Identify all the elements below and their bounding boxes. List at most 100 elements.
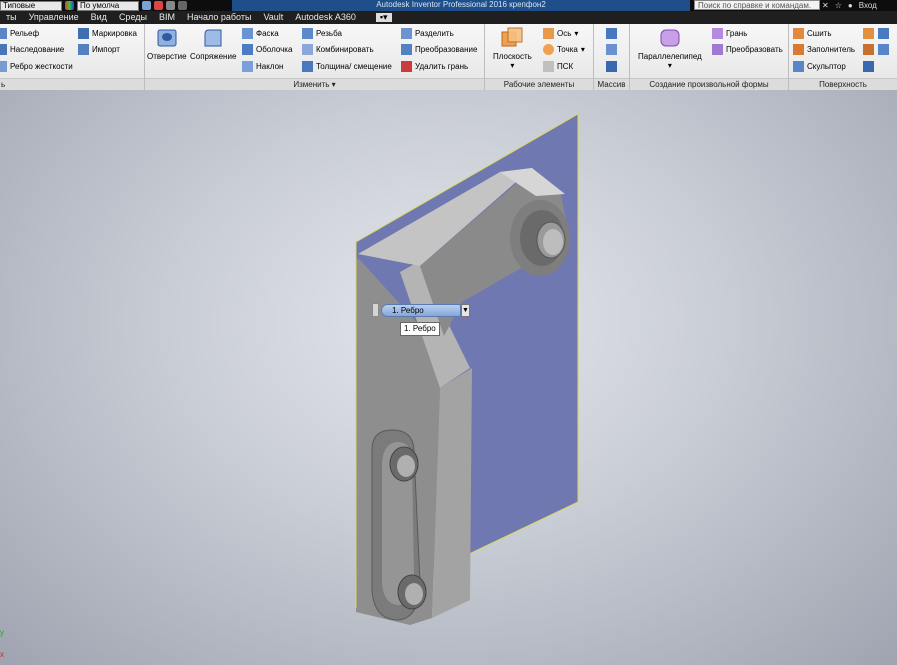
convert-label: Преобразовать bbox=[726, 45, 783, 54]
axis-label: Ось bbox=[557, 29, 572, 38]
panel-work-footer[interactable]: Рабочие элементы bbox=[485, 78, 593, 90]
import-icon bbox=[78, 44, 89, 55]
chamfer-label: Фаска bbox=[256, 29, 279, 38]
selection-priority-select[interactable]: 1. Ребро bbox=[381, 303, 461, 317]
fx-icon[interactable] bbox=[166, 1, 175, 10]
direct-edit-button[interactable]: Преобразование bbox=[401, 42, 477, 57]
tab-a360[interactable]: Autodesk A360 bbox=[289, 11, 362, 24]
patch-button[interactable]: Заполнитель bbox=[793, 42, 855, 57]
signin-link[interactable]: Вход bbox=[859, 1, 877, 10]
point-button[interactable]: Точка ▾ bbox=[543, 42, 585, 57]
panel-modify-footer[interactable]: Изменить ▾ bbox=[145, 78, 484, 90]
tab-bim[interactable]: BIM bbox=[153, 11, 181, 24]
panel-modify: Отверстие Сопряжение Фаска Оболочка Накл… bbox=[145, 24, 485, 90]
selection-mini-toolbar: 1. Ребро ▼ bbox=[372, 303, 470, 317]
plane-icon bbox=[501, 27, 523, 47]
delete-face-button[interactable]: Удалить грань bbox=[401, 59, 468, 74]
ribbon-tabs: ты Управление Вид Среды BIM Начало работ… bbox=[0, 11, 897, 24]
axis-button[interactable]: Ось ▾ bbox=[543, 26, 578, 41]
tools-icon[interactable]: ✕ bbox=[822, 1, 829, 10]
panel-create-footer[interactable]: ь bbox=[0, 78, 144, 90]
sculpt-label: Скульптор bbox=[807, 62, 846, 71]
chamfer-button[interactable]: Фаска bbox=[242, 26, 279, 41]
mini-toolbar-grip[interactable] bbox=[372, 303, 379, 317]
relief-button[interactable]: Рельеф bbox=[0, 26, 39, 41]
tab-environments[interactable]: Среды bbox=[113, 11, 153, 24]
draft-button[interactable]: Наклон bbox=[242, 59, 283, 74]
delete-surface-icon[interactable] bbox=[878, 44, 889, 55]
replace-face-icon[interactable] bbox=[863, 44, 874, 55]
slot-hole-top-inner bbox=[397, 455, 415, 477]
split-label: Разделить bbox=[415, 29, 454, 38]
selection-dropdown-icon[interactable]: ▼ bbox=[461, 303, 470, 317]
box-label: Параллелепипед bbox=[638, 52, 702, 61]
graphics-viewport[interactable]: 1. Ребро ▼ 1. Ребро y x bbox=[0, 90, 897, 665]
combine-button[interactable]: Комбинировать bbox=[302, 42, 374, 57]
shell-label: Оболочка bbox=[256, 45, 293, 54]
panel-freeform-footer[interactable]: Создание произвольной формы bbox=[630, 78, 788, 90]
box-button[interactable]: Параллелепипед ▾ bbox=[638, 26, 702, 70]
style-select[interactable]: Типовые bbox=[0, 0, 62, 11]
material-select[interactable]: По умолча bbox=[77, 0, 139, 11]
plane-button[interactable]: Плоскость ▾ bbox=[493, 26, 532, 70]
axis-icon bbox=[543, 28, 554, 39]
import-button[interactable]: Импорт bbox=[78, 42, 120, 57]
tab-view[interactable]: Вид bbox=[85, 11, 113, 24]
face-button[interactable]: Грань bbox=[712, 26, 747, 41]
trim-icon[interactable] bbox=[863, 28, 874, 39]
tab-manage[interactable]: Управление bbox=[23, 11, 85, 24]
panel-work-features: Плоскость ▾ Ось ▾ Точка ▾ ПСК Рабочие эл… bbox=[485, 24, 594, 90]
panel-surface-footer[interactable]: Поверхность bbox=[789, 78, 897, 90]
update-icon[interactable] bbox=[154, 1, 163, 10]
title-bar: Типовые По умолча Autodesk Inventor Prof… bbox=[0, 0, 897, 11]
tab-model[interactable]: ты bbox=[0, 11, 23, 24]
snap-icon[interactable] bbox=[178, 1, 187, 10]
upper-hole-inner bbox=[543, 229, 563, 255]
rib-button[interactable]: Ребро жесткости bbox=[0, 59, 73, 74]
fillet-icon bbox=[204, 29, 222, 47]
part-model[interactable] bbox=[0, 90, 897, 665]
thicken-button[interactable]: Толщина/ смещение bbox=[302, 59, 392, 74]
mark-button[interactable]: Маркировка bbox=[78, 26, 137, 41]
thread-button[interactable]: Резьба bbox=[302, 26, 342, 41]
panel-pattern: Массив bbox=[594, 24, 630, 90]
panel-pattern-footer[interactable]: Массив bbox=[594, 78, 629, 90]
ruled-surface-icon[interactable] bbox=[863, 61, 874, 72]
delete-face-icon bbox=[401, 61, 412, 72]
circular-pattern-icon[interactable] bbox=[606, 44, 617, 55]
sculpt-button[interactable]: Скульптор bbox=[793, 59, 846, 74]
user-icon[interactable]: ● bbox=[848, 1, 853, 10]
direct-edit-label: Преобразование bbox=[415, 45, 478, 54]
thicken-label: Толщина/ смещение bbox=[316, 62, 392, 71]
mark-label: Маркировка bbox=[92, 29, 137, 38]
face-label: Грань bbox=[726, 29, 748, 38]
selection-tooltip: 1. Ребро bbox=[400, 322, 440, 336]
fillet-label: Сопряжение bbox=[190, 52, 237, 61]
thicken-icon bbox=[302, 61, 313, 72]
shell-icon bbox=[242, 44, 253, 55]
extend-icon[interactable] bbox=[878, 28, 889, 39]
stitch-button[interactable]: Сшить bbox=[793, 26, 832, 41]
patch-icon bbox=[793, 44, 804, 55]
shell-button[interactable]: Оболочка bbox=[242, 42, 292, 57]
fillet-button[interactable]: Сопряжение bbox=[190, 26, 236, 61]
plane-label: Плоскость bbox=[493, 52, 532, 61]
rectangular-pattern-icon[interactable] bbox=[606, 28, 617, 39]
mark-icon bbox=[78, 28, 89, 39]
star-icon[interactable]: ☆ bbox=[835, 1, 842, 10]
convert-button[interactable]: Преобразовать bbox=[712, 42, 783, 57]
ucs-button[interactable]: ПСК bbox=[543, 59, 573, 74]
color-icon[interactable] bbox=[65, 1, 74, 10]
hole-button[interactable]: Отверстие bbox=[147, 26, 187, 61]
tab-vault[interactable]: Vault bbox=[257, 11, 289, 24]
axis-dropdown-icon: ▾ bbox=[574, 29, 579, 38]
tab-get-started[interactable]: Начало работы bbox=[181, 11, 257, 24]
measure-icon[interactable] bbox=[142, 1, 151, 10]
mirror-icon[interactable] bbox=[606, 61, 617, 72]
ribbon-toggle-icon[interactable]: ▪▾ bbox=[375, 13, 392, 22]
draft-label: Наклон bbox=[256, 62, 284, 71]
split-button[interactable]: Разделить bbox=[401, 26, 454, 41]
split-icon bbox=[401, 28, 412, 39]
derive-button[interactable]: Наследование bbox=[0, 42, 64, 57]
help-search-input[interactable]: Поиск по справке и командам. bbox=[694, 0, 820, 10]
